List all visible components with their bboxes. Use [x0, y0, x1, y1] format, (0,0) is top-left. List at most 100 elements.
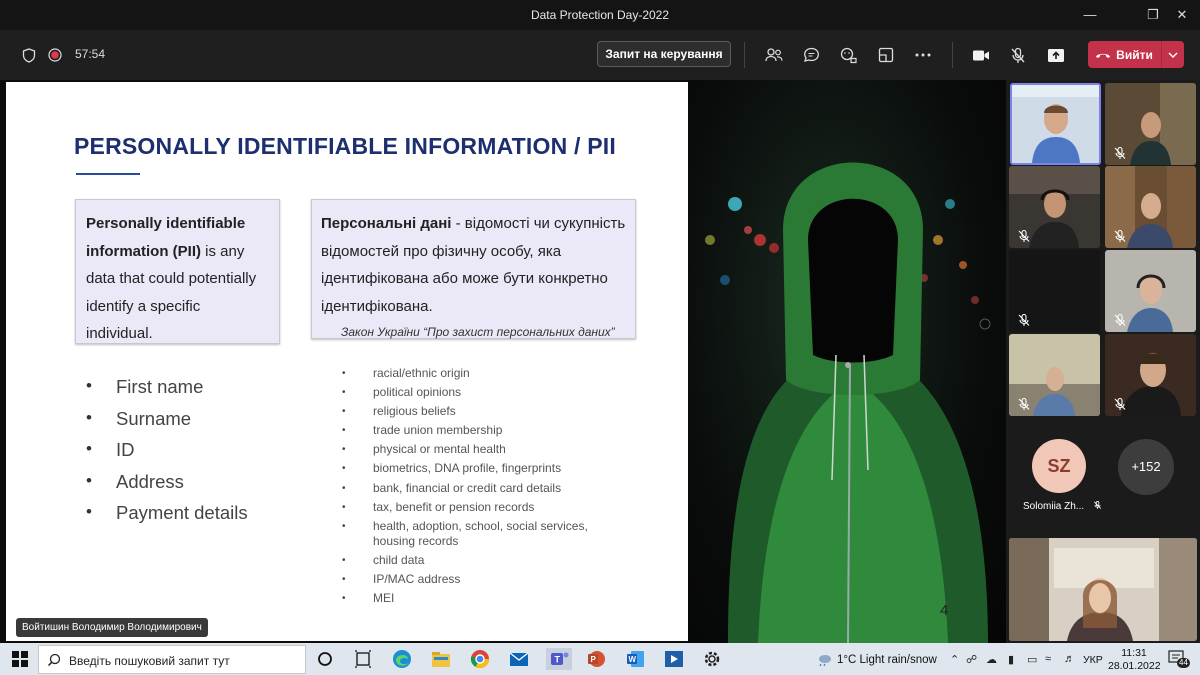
video-tile[interactable]: [1009, 538, 1197, 641]
request-control-button[interactable]: Запит на керування: [597, 41, 731, 67]
video-tile[interactable]: [1105, 334, 1196, 416]
list-item: MEI: [342, 591, 622, 606]
list-item: child data: [342, 553, 622, 568]
taskbar-search-input[interactable]: Введіть пошуковий запит тут: [38, 645, 306, 674]
pii-examples-list: First name Surname ID Address Payment de…: [86, 376, 248, 534]
notification-count: 44: [1177, 658, 1190, 668]
list-item: Surname: [86, 408, 248, 440]
mic-muted-icon: [1018, 313, 1030, 326]
settings-gear-icon[interactable]: [701, 648, 723, 670]
input-language[interactable]: УКР: [1083, 654, 1103, 666]
toolbar-divider: [952, 42, 953, 68]
video-tile[interactable]: [1009, 334, 1100, 416]
video-tile[interactable]: [1009, 166, 1100, 248]
shared-content: PERSONALLY IDENTIFIABLE INFORMATION / PI…: [0, 80, 1006, 643]
chrome-icon[interactable]: [469, 648, 491, 670]
svg-text:W: W: [629, 655, 637, 664]
powerpoint-icon[interactable]: P: [585, 648, 607, 670]
mic-muted-icon: [1018, 397, 1030, 410]
mic-muted-icon: [1018, 229, 1030, 242]
mail-icon[interactable]: [508, 648, 530, 670]
battery-icon[interactable]: ▭: [1027, 653, 1037, 666]
notification-center-icon[interactable]: 44: [1168, 650, 1190, 668]
more-participants-button[interactable]: +152: [1118, 439, 1174, 495]
list-item: Address: [86, 471, 248, 503]
pii-definition-box: Personally identifiable information (PII…: [75, 199, 280, 344]
mic-muted-icon[interactable]: [1008, 45, 1028, 65]
usb-icon[interactable]: ▮: [1008, 653, 1014, 666]
chat-icon[interactable]: [801, 45, 821, 65]
mic-muted-icon: [1093, 501, 1101, 509]
clock[interactable]: 11:31 28.01.2022: [1108, 647, 1161, 673]
weather-icon[interactable]: [815, 653, 833, 667]
list-item: First name: [86, 376, 248, 408]
participants-grid: SZ Solomiia Zh... +152: [1006, 80, 1200, 643]
camera-icon[interactable]: [971, 45, 991, 65]
recording-icon: [45, 45, 65, 65]
more-options-icon[interactable]: [913, 45, 933, 65]
leave-label: Вийти: [1116, 47, 1153, 62]
toolbar-divider: [744, 42, 745, 68]
network-icon[interactable]: ☍: [966, 653, 977, 666]
clock-date: 28.01.2022: [1108, 660, 1161, 672]
list-item: IP/MAC address: [342, 572, 622, 587]
personal-data-term: Персональні дані: [321, 215, 452, 232]
mic-muted-icon: [1114, 313, 1126, 326]
meeting-toolbar: 57:54 Запит на керування Вийти: [0, 30, 1200, 80]
reactions-icon[interactable]: [839, 45, 859, 65]
taskbar: Введіть пошуковий запит тут T P W 1°C Li…: [0, 643, 1200, 675]
list-item: biometrics, DNA profile, fingerprints: [342, 461, 622, 476]
list-item: Payment details: [86, 502, 248, 534]
list-item: political opinions: [342, 385, 622, 400]
list-item: health, adoption, school, social service…: [342, 519, 622, 549]
participants-icon[interactable]: [764, 45, 784, 65]
search-placeholder: Введіть пошуковий запит тут: [69, 654, 230, 668]
window-title: Data Protection Day-2022: [530, 8, 670, 22]
restore-icon[interactable]: ❐: [1143, 5, 1163, 25]
leave-main[interactable]: Вийти: [1088, 41, 1160, 68]
participant-name-text: Solomiia Zh...: [1023, 501, 1085, 512]
file-explorer-icon[interactable]: [430, 648, 452, 670]
personal-data-definition-box: Персональні дані - відомості чи сукупніс…: [311, 199, 636, 339]
avatar[interactable]: SZ: [1032, 439, 1086, 493]
title-bar: Data Protection Day-2022 — ❐ ✕: [0, 0, 1200, 30]
weather-text[interactable]: 1°C Light rain/snow: [837, 654, 937, 666]
hooded-hacker-image: [688, 80, 1006, 643]
list-item: religious beliefs: [342, 404, 622, 419]
svg-text:T: T: [555, 655, 561, 665]
volume-icon[interactable]: ♬: [1064, 653, 1075, 665]
edge-icon[interactable]: [391, 648, 413, 670]
search-icon: [47, 653, 61, 667]
word-icon[interactable]: W: [624, 648, 646, 670]
presenter-name-label: Войтишин Володимир Володимирович: [16, 618, 208, 637]
title-underline: [76, 173, 140, 175]
video-tile[interactable]: [1009, 250, 1100, 332]
leave-button[interactable]: Вийти: [1088, 41, 1184, 68]
list-item: physical or mental health: [342, 442, 622, 457]
cloud-icon[interactable]: ☁: [986, 653, 997, 666]
teams-icon[interactable]: T: [546, 648, 572, 670]
video-tile-active-speaker[interactable]: [1010, 83, 1101, 165]
svg-text:P: P: [591, 655, 597, 664]
media-player-icon[interactable]: [663, 648, 685, 670]
video-tile[interactable]: [1105, 250, 1196, 332]
video-tile[interactable]: [1105, 83, 1196, 165]
leave-options-button[interactable]: [1161, 41, 1184, 68]
minimize-icon[interactable]: —: [1080, 5, 1100, 25]
chevron-down-icon: [1168, 52, 1178, 58]
chevron-up-icon[interactable]: ⌃: [950, 653, 959, 666]
windows-start-icon[interactable]: [9, 648, 31, 670]
shield-icon[interactable]: [19, 45, 39, 65]
video-tile[interactable]: [1105, 166, 1196, 248]
breakout-rooms-icon[interactable]: [876, 45, 896, 65]
cortana-icon[interactable]: [314, 648, 336, 670]
list-item: ID: [86, 439, 248, 471]
share-screen-icon[interactable]: [1046, 45, 1066, 65]
close-icon[interactable]: ✕: [1172, 5, 1192, 25]
clock-time: 11:31: [1121, 647, 1147, 659]
participant-name: Solomiia Zh...: [1023, 500, 1102, 512]
wifi-icon[interactable]: ≈: [1045, 653, 1051, 665]
task-view-icon[interactable]: [352, 648, 374, 670]
mic-muted-icon: [1114, 397, 1126, 410]
phone-hangup-icon: [1096, 53, 1111, 58]
